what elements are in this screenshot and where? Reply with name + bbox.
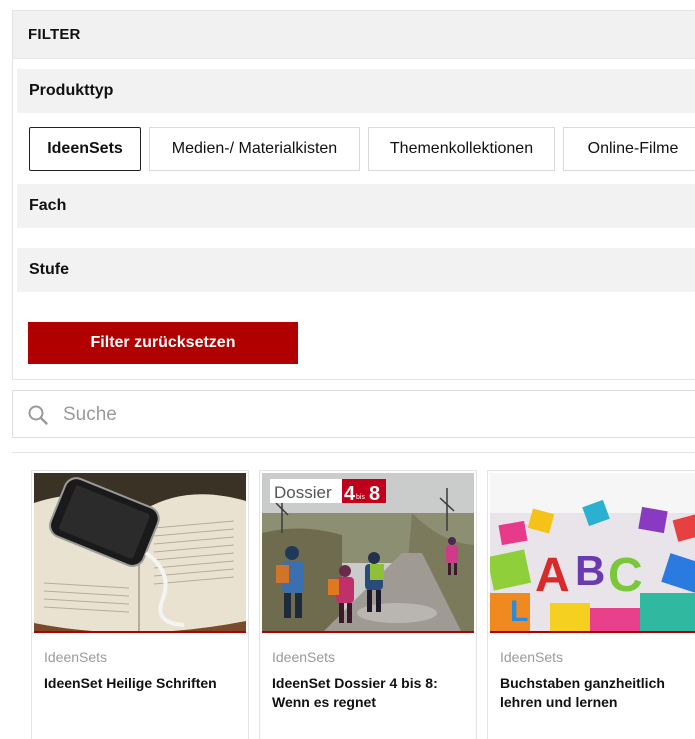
svg-text:bis: bis bbox=[356, 494, 365, 501]
result-card[interactable]: Dossier 4 bis 8 IdeenSets IdeenSet Dossi… bbox=[259, 470, 477, 739]
svg-text:A: A bbox=[535, 549, 570, 602]
section-fach[interactable]: Fach bbox=[17, 184, 695, 228]
reset-filter-button[interactable]: Filter zurücksetzen bbox=[28, 322, 298, 364]
card-thumbnail bbox=[34, 473, 246, 633]
section-stufe[interactable]: Stufe bbox=[17, 248, 695, 292]
search-input[interactable] bbox=[63, 399, 663, 431]
card-title[interactable]: Buchstaben ganzheitlich lehren und lerne… bbox=[500, 674, 695, 712]
chip-ideensets[interactable]: IdeenSets bbox=[29, 127, 141, 171]
card-category: IdeenSets bbox=[272, 649, 336, 665]
svg-text:C: C bbox=[608, 549, 643, 602]
section-produkttyp-label: Produkttyp bbox=[29, 82, 114, 99]
card-category: IdeenSets bbox=[500, 649, 564, 665]
result-card[interactable]: A B C L IdeenSets Buchstaben ganzheitlic… bbox=[487, 470, 695, 739]
result-card[interactable]: IdeenSets IdeenSet Heilige Schriften bbox=[31, 470, 249, 739]
svg-text:B: B bbox=[575, 547, 605, 594]
filter-title: FILTER bbox=[28, 26, 81, 43]
phone-on-bible-image bbox=[34, 473, 246, 631]
section-produkttyp[interactable]: Produkttyp bbox=[17, 69, 695, 113]
card-thumbnail: Dossier 4 bis 8 bbox=[262, 473, 474, 633]
search-box bbox=[12, 390, 695, 438]
card-title[interactable]: IdeenSet Dossier 4 bis 8: Wenn es regnet bbox=[272, 674, 467, 712]
svg-text:4: 4 bbox=[344, 483, 356, 505]
divider bbox=[12, 452, 695, 453]
children-in-rain-image: Dossier 4 bis 8 bbox=[262, 473, 474, 631]
chip-online-filme[interactable]: Online-Filme bbox=[563, 127, 695, 171]
chip-materialkisten[interactable]: Medien-/ Materialkisten bbox=[149, 127, 360, 171]
section-fach-label: Fach bbox=[29, 197, 67, 214]
card-thumbnail: A B C L bbox=[490, 473, 695, 633]
dossier-badge: Dossier 4 bis 8 bbox=[270, 479, 386, 505]
svg-text:L: L bbox=[510, 595, 528, 628]
svg-text:8: 8 bbox=[369, 483, 380, 505]
colorful-letters-image: A B C L bbox=[490, 473, 695, 631]
chip-themenkollektionen[interactable]: Themenkollektionen bbox=[368, 127, 555, 171]
section-stufe-label: Stufe bbox=[29, 261, 69, 278]
card-category: IdeenSets bbox=[44, 649, 108, 665]
svg-text:Dossier: Dossier bbox=[274, 483, 332, 502]
filter-panel: FILTER Produkttyp IdeenSets Medien-/ Mat… bbox=[12, 10, 695, 380]
search-icon bbox=[28, 405, 48, 425]
filter-header: FILTER bbox=[13, 11, 695, 59]
card-title[interactable]: IdeenSet Heilige Schriften bbox=[44, 674, 239, 693]
product-type-chips: IdeenSets Medien-/ Materialkisten Themen… bbox=[29, 127, 695, 173]
